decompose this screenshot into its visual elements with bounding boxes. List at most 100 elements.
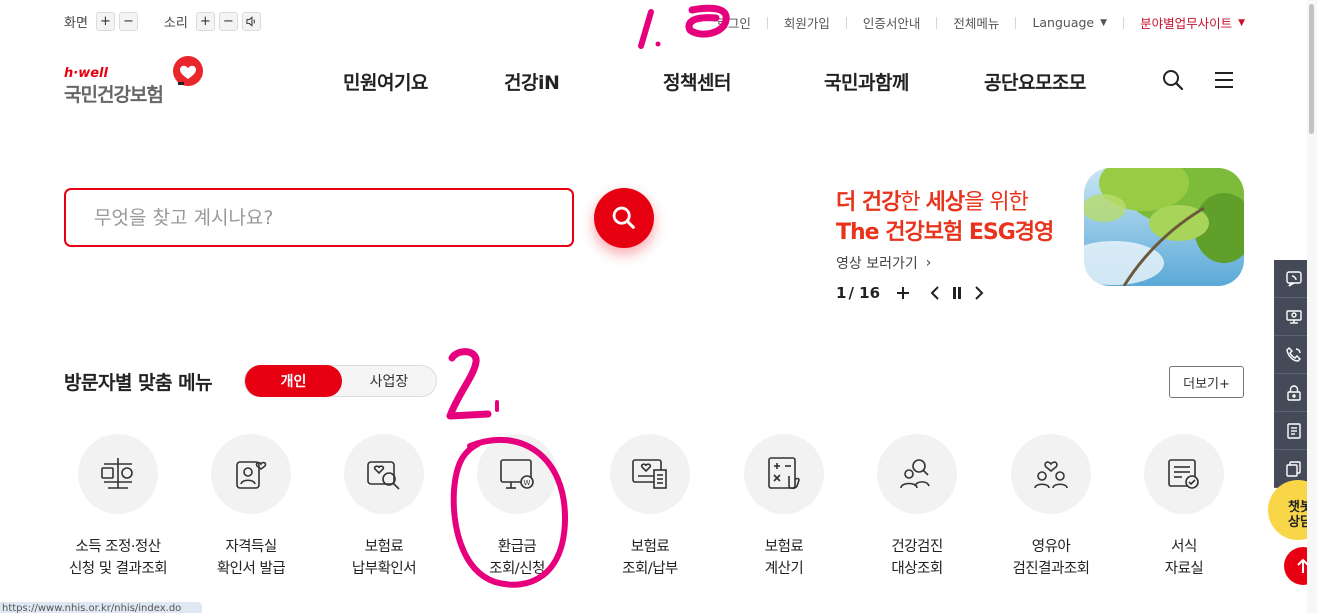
certificate-guide-link[interactable]: 인증서안내 [863,13,921,32]
divider [936,16,938,29]
monitor-receipt-icon [632,459,667,489]
family-heart-icon [1034,461,1068,489]
monitor-person-icon [1286,309,1302,324]
label-line: 자격득실 [225,539,277,555]
zoom-in-button[interactable]: + [95,12,115,31]
tree-leaves-image [1084,168,1244,286]
search-input[interactable] [66,190,572,245]
quick-menu-label: 보험료 납부확인서 [317,536,451,580]
monitor-won-icon: W [500,459,534,489]
quick-menu-icon-circle: W [477,434,557,514]
label-line: 서식 [1171,539,1197,555]
quick-menu-label: 서식 자료실 [1117,536,1251,580]
field-site-label: 분야별업무사이트 [1140,16,1233,31]
plus-button[interactable] [896,286,910,300]
language-select[interactable]: Language ▼ [1032,15,1107,30]
nav-item-policy-center[interactable]: 정책센터 [663,68,731,95]
caret-down-icon: ▼ [1100,17,1108,28]
volume-down-button[interactable]: − [218,12,238,31]
search-button[interactable] [594,188,654,248]
visitor-type-toggle: 개인 사업장 [244,365,437,397]
pause-icon [953,287,962,299]
login-link[interactable]: 로그인 [716,13,751,32]
label-line: 신청 및 결과조회 [68,561,168,577]
page-scrollbar[interactable] [1307,0,1317,613]
people-search-icon [900,459,930,489]
label-line: 영유아 [1031,539,1071,555]
divider [766,16,768,29]
svg-text:W: W [524,479,531,487]
tab-business[interactable]: 사업장 [342,366,436,396]
scale-icon [101,458,133,489]
main-navigation: 민원여기요 건강iN 정책센터 국민과함께 공단요모조모 [0,68,1317,94]
calculator-icon [768,457,800,490]
utility-links: 로그인 회원가입 인증서안내 전체메뉴 Language ▼ 분야별업무사이트 … [716,13,1245,32]
caret-down-icon: ▼ [1238,17,1245,28]
label-line: 조회/납부 [622,561,678,577]
pause-button[interactable] [952,287,962,299]
quick-menu-icon-circle [1011,434,1091,514]
quick-menu-label: 자격득실 확인서 발급 [184,536,318,580]
banner-total-pages: / 16 [848,284,881,302]
label-line: 보험료 [764,539,804,555]
accessibility-controls: 화면 + − 소리 + − [64,12,287,31]
banner-image[interactable] [1084,168,1244,286]
quick-menu-icon-circle [610,434,690,514]
quick-menu-label: 보험료 조회/납부 [583,536,717,580]
hamburger-menu-icon[interactable] [1212,68,1236,92]
lock-icon [1287,384,1301,401]
label-line: 건강검진 [891,539,943,555]
more-button[interactable]: 더보기+ [1169,366,1244,398]
full-menu-link[interactable]: 전체메뉴 [953,13,999,32]
watch-video-label: 영상 보러가기 [836,256,918,272]
chat-icon [1286,270,1302,287]
screen-zoom-group: 화면 + − [64,12,142,31]
quick-menu-icon-circle [344,434,424,514]
status-bar-url: https://www.nhis.or.kr/nhis/index.do [0,602,202,613]
banner-current-page: 1 [836,284,847,302]
quick-menu-label: 소득 조정·정산 신청 및 결과조회 [51,536,185,580]
chevron-right-icon [975,286,984,300]
signup-link[interactable]: 회원가입 [784,13,830,32]
nav-item-civil-service[interactable]: 민원여기요 [343,68,428,95]
label-line: 확인서 발급 [216,561,286,577]
phone-icon [1286,346,1301,362]
volume-up-button[interactable]: + [195,12,215,31]
watch-video-link[interactable]: 영상 보러가기 › [836,253,931,273]
quick-menu-icon-circle [211,434,291,514]
next-slide-button[interactable] [974,286,984,300]
label-line: 보험료 [630,539,670,555]
quick-menu-label: 건강검진 대상조회 [850,536,984,580]
chevron-left-icon [930,286,939,300]
person-heart-icon [236,461,267,489]
sound-group: 소리 + − [164,12,265,31]
divider [845,16,847,29]
scrollbar-thumb[interactable] [1309,4,1314,134]
label-line: 계산기 [764,561,804,577]
nav-item-with-citizens[interactable]: 국민과함께 [824,68,909,95]
field-site-select[interactable]: 분야별업무사이트 ▼ [1140,13,1245,32]
language-label: Language [1032,15,1095,30]
divider [1015,16,1017,29]
banner-pagination: 1 / 16 [836,284,984,302]
chevron-right-icon: › [925,255,932,271]
zoom-out-button[interactable]: − [118,12,138,31]
prev-slide-button[interactable] [930,286,940,300]
banner-text: 더 건강 [836,190,901,215]
screen-zoom-label: 화면 [64,16,88,31]
nav-item-about-corp[interactable]: 공단요모조모 [984,68,1086,95]
speaker-button[interactable] [241,12,261,31]
quick-menu-icon-circle [744,434,824,514]
label-line: 대상조회 [891,561,943,577]
visitor-menu-title: 방문자별 맞춤 메뉴 [64,372,213,394]
label-line: 조회/신청 [489,561,545,577]
document-search-icon [367,461,400,490]
form-check-icon [1168,459,1199,489]
quick-menu-label: 영유아 검진결과조회 [984,536,1118,580]
search-icon [612,206,635,229]
search-icon[interactable] [1161,68,1185,92]
quick-menu-label: 환급금 조회/신청 [450,536,584,580]
tab-personal[interactable]: 개인 [245,365,342,397]
nav-item-health-in[interactable]: 건강iN [504,68,560,95]
speaker-icon [246,16,255,27]
